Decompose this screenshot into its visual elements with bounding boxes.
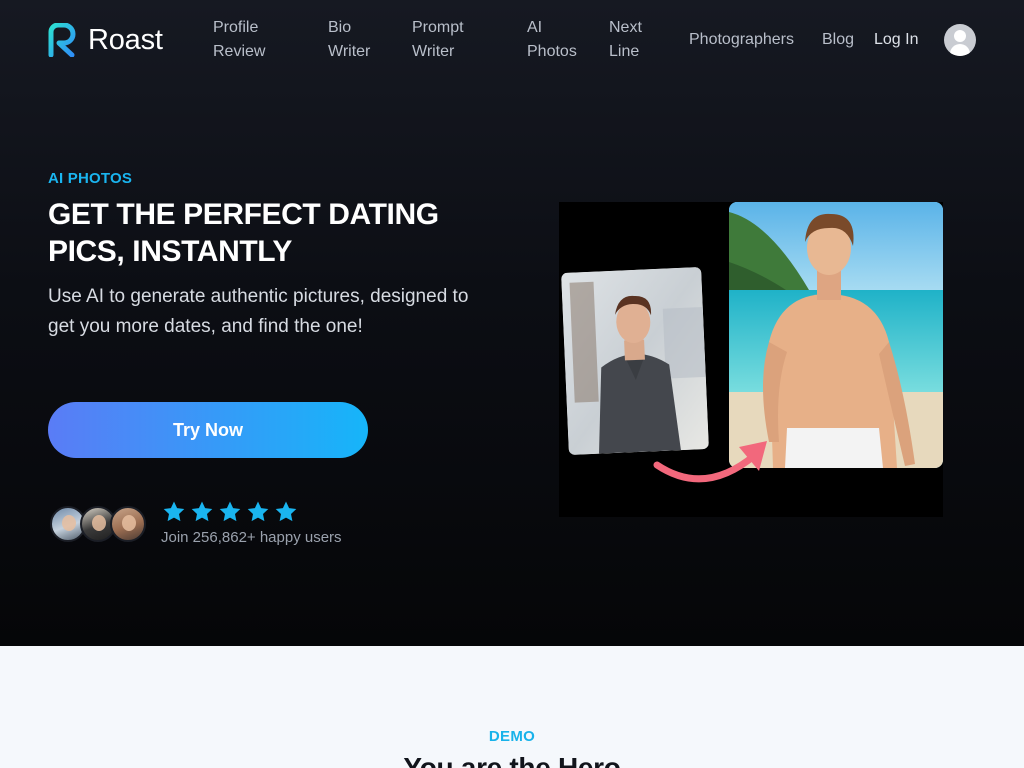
star-icon [191, 501, 213, 522]
nav-blog[interactable]: Blog [822, 28, 854, 52]
nav-label-line1: Prompt [412, 19, 464, 36]
user-avatars [50, 506, 150, 542]
nav-ai-photos[interactable]: AI Photos [527, 16, 577, 64]
avatar-face [122, 515, 136, 531]
user-avatar-icon[interactable] [944, 24, 976, 56]
brand-logo[interactable]: Roast [48, 22, 163, 58]
star-icon [163, 501, 185, 522]
star-icon [247, 501, 269, 522]
nav-label-line1: Bio [328, 19, 352, 36]
hero-headline: GET THE PERFECT DATING PICS, INSTANTLY [48, 196, 518, 270]
hero-section: Roast Profile Review Bio Writer Prompt W… [0, 0, 1024, 646]
nav-label-line2: Writer [328, 43, 371, 60]
brand-name: Roast [88, 24, 163, 56]
star-rating [162, 500, 298, 524]
demo-title: You are the Hero [403, 752, 621, 768]
hero-subtext: Use AI to generate authentic pictures, d… [48, 286, 469, 337]
nav-label-line2: Writer [412, 43, 455, 60]
nav-bio-writer[interactable]: Bio Writer [328, 16, 370, 64]
site-header: Roast Profile Review Bio Writer Prompt W… [0, 0, 1024, 80]
nav-label-line2: Photos [527, 43, 577, 60]
headline-line2: PICS, INSTANTLY [48, 235, 293, 268]
nav-label-line1: Profile [213, 19, 259, 36]
nav-next-line[interactable]: Next Line [609, 16, 642, 64]
demo-eyebrow: DEMO [488, 728, 536, 745]
try-now-button[interactable]: Try Now [48, 402, 368, 458]
avatar-face [92, 515, 106, 531]
headline-line1: GET THE PERFECT DATING [48, 198, 439, 231]
nav-label-line2: Line [609, 43, 640, 60]
star-icon [219, 501, 241, 522]
nav-profile-review[interactable]: Profile Review [213, 16, 265, 64]
nav-label-line1: AI [527, 19, 543, 36]
roast-r-logo-icon [48, 23, 76, 57]
star-icon [275, 501, 297, 522]
avatar-body [950, 44, 970, 56]
user-avatar [110, 506, 146, 542]
social-proof-text: Join 256,862+ happy users [161, 529, 342, 546]
nav-label-line1: Next [609, 19, 642, 36]
avatar-head [954, 30, 966, 42]
nav-photographers[interactable]: Photographers [689, 28, 794, 52]
hero-eyebrow: AI PHOTOS [48, 170, 133, 187]
social-proof: Join 256,862+ happy users [48, 500, 408, 560]
before-after-showcase [559, 202, 943, 517]
transform-arrow-icon [653, 441, 767, 483]
avatar-face [62, 515, 76, 531]
nav-login[interactable]: Log In [874, 28, 918, 52]
nav-prompt-writer[interactable]: Prompt Writer [412, 16, 464, 64]
nav-label-line2: Review [213, 43, 266, 60]
